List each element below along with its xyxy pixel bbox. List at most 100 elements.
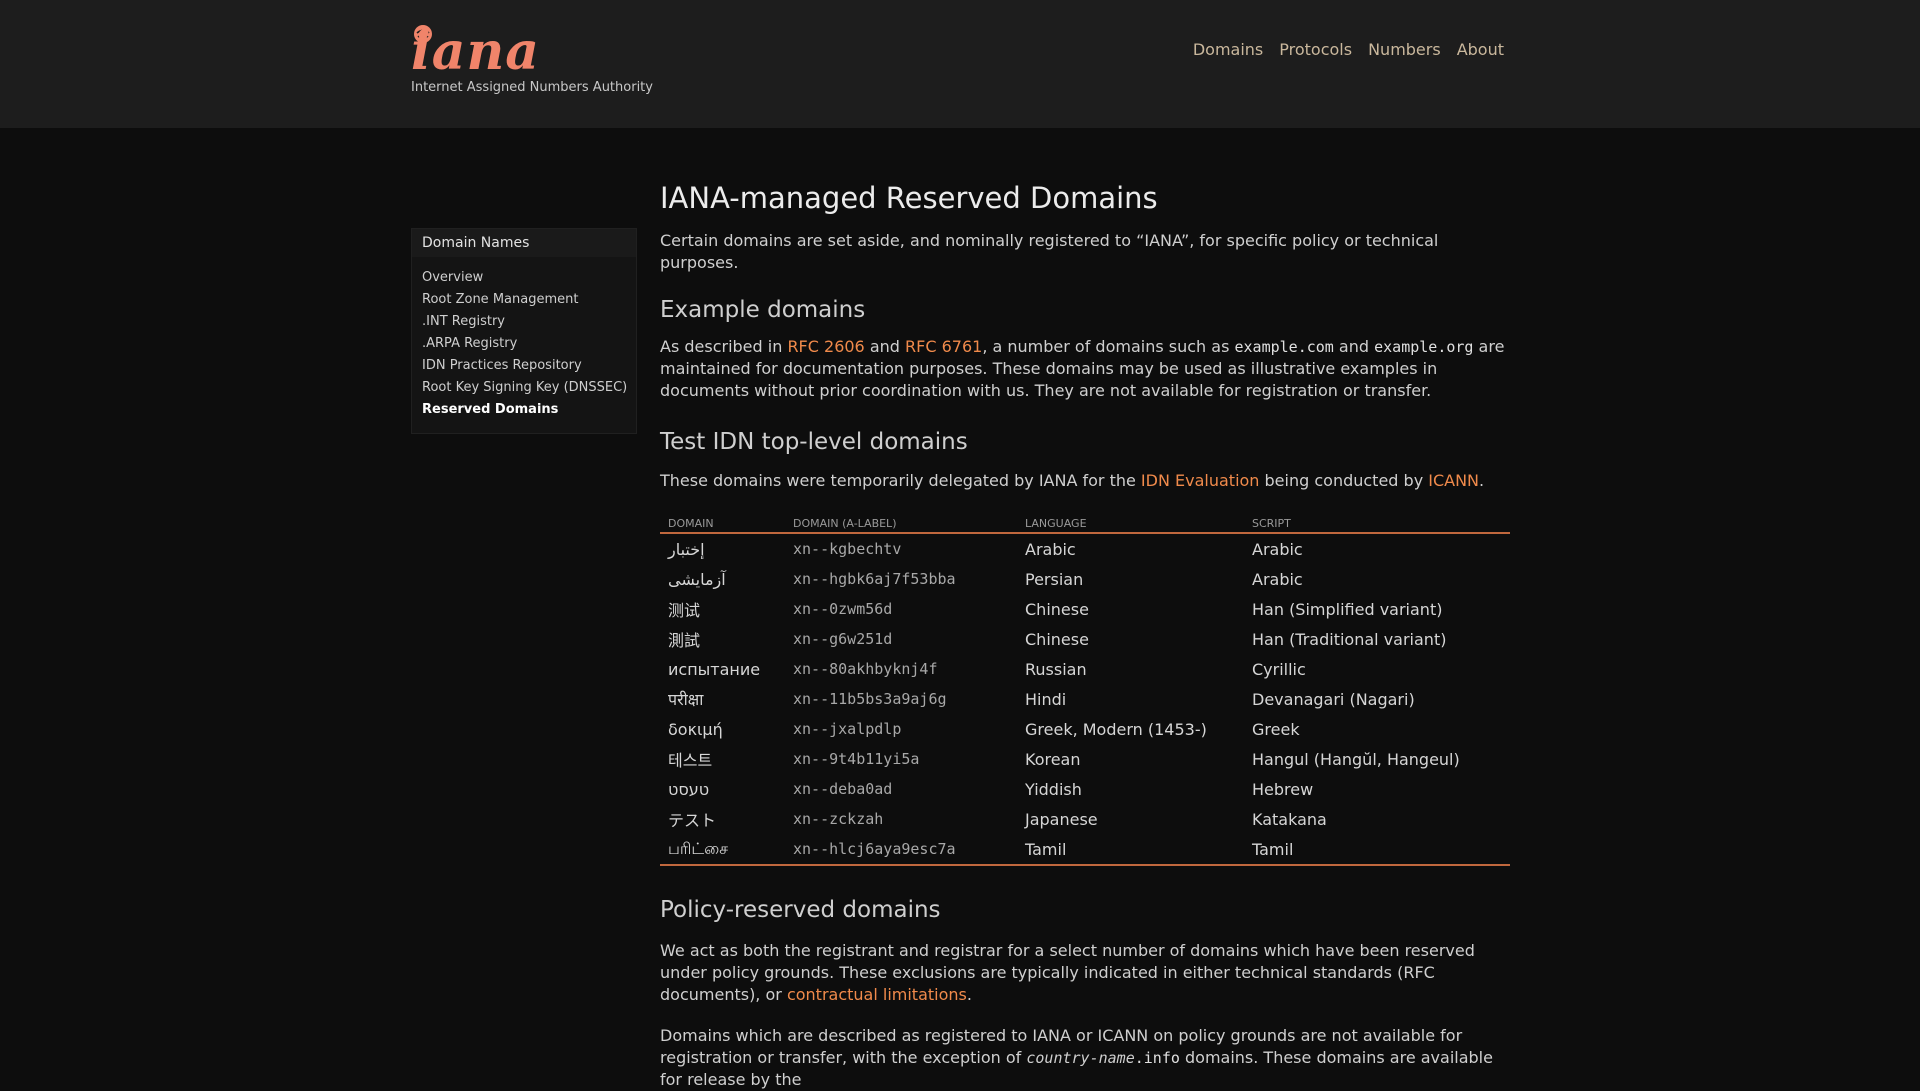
domain-cell: آزمایشی [668,569,726,589]
policy-paragraph-2: Domains which are described as registere… [660,1025,1510,1091]
text: and [864,337,906,356]
iana-logo[interactable]: iana Internet Assigned Numbers Authority [411,21,653,102]
table-row: טעסט xn--deba0ad Yiddish Hebrew [660,774,1510,804]
sidebar-item-arpa-registry[interactable]: .ARPA Registry [422,333,636,355]
domain-cell: إختبار [668,539,705,559]
rfc2606-link[interactable]: RFC 2606 [787,337,864,356]
info-code: .info [1134,1049,1180,1067]
idn-evaluation-link[interactable]: IDN Evaluation [1141,471,1260,490]
alabel-cell: xn--zckzah [793,810,884,828]
script-cell: Cyrillic [1252,659,1306,679]
language-cell: Yiddish [1025,779,1082,799]
sidebar-item-int-registry[interactable]: .INT Registry [422,311,636,333]
text: We act as both the registrant and regist… [660,941,1475,1004]
language-cell: Chinese [1025,599,1089,619]
script-cell: Arabic [1252,569,1303,589]
domain-cell: 测试 [668,601,701,620]
contractual-limitations-link[interactable]: contractual limitations [787,985,967,1004]
text: . [966,985,972,1004]
domain-cell: испытание [668,659,761,679]
country-name-code: country-name [1026,1049,1135,1067]
domain-cell: טעסט [668,779,710,799]
domain-cell: δοκιμή [668,719,723,739]
sidebar-item-root-zone-management[interactable]: Root Zone Management [422,289,636,311]
icann-link[interactable]: ICANN [1428,471,1479,490]
sidebar: Domain Names Overview Root Zone Manageme… [411,228,637,434]
alabel-cell: xn--hgbk6aj7f53bba [793,570,956,588]
rfc6761-link[interactable]: RFC 6761 [905,337,982,356]
language-cell: Greek, Modern (1453-) [1025,719,1207,739]
language-cell: Arabic [1025,539,1076,559]
sidebar-item-idn-practices-repository[interactable]: IDN Practices Repository [422,355,636,377]
logo-wordmark: iana [411,21,540,82]
nav-protocols[interactable]: Protocols [1279,40,1352,59]
alabel-cell: xn--deba0ad [793,780,893,798]
column-header: DOMAIN [660,514,785,534]
text: . [1479,471,1485,490]
table-row: 測試 xn--g6w251d Chinese Han (Traditional var… [660,624,1510,654]
idn-table: DOMAIN DOMAIN (A-LABEL) LANGUAGE SCRIPT … [660,514,1510,866]
domain-cell: 測試 [668,631,701,650]
script-cell: Arabic [1252,539,1303,559]
alabel-cell: xn--80akhbyknj4f [793,660,938,678]
language-cell: Persian [1025,569,1084,589]
example-domains-paragraph: As described in RFC 2606 and RFC 6761, a… [660,336,1510,402]
table-row: परीक्षा xn--11b5bs3a9aj6g Hindi Devanagari … [660,684,1510,714]
table-row: 테스트 xn--9t4b11yi5a Korean Hangul (Hangŭl, H… [660,744,1510,774]
domain-cell: テスト [668,811,717,830]
logo-subtitle: Internet Assigned Numbers Authority [411,80,653,95]
top-navigation: Domains Protocols Numbers About [1193,40,1504,59]
alabel-cell: xn--hlcj6aya9esc7a [785,834,1017,866]
table-row: испытание xn--80akhbyknj4f Russian Cyrillic [660,654,1510,684]
page-title: IANA-managed Reserved Domains [660,181,1158,215]
text: , a number of domains such as [982,337,1235,356]
script-cell: Han (Simplified variant) [1252,599,1443,619]
nav-domains[interactable]: Domains [1193,40,1263,59]
example-domains-heading: Example domains [660,297,866,323]
alabel-cell: xn--jxalpdlp [793,720,902,738]
table-row: δοκιμή xn--jxalpdlp Greek, Modern (1453-) G… [660,714,1510,744]
language-cell: Tamil [1017,834,1244,866]
language-cell: Chinese [1025,629,1089,649]
test-idn-paragraph: These domains were temporarily delegated… [660,470,1510,492]
test-idn-heading: Test IDN top-level domains [660,429,968,455]
example-com-code: example.com [1234,338,1334,356]
idn-table-body: إختبار xn--kgbechtv Arabic Arabic آزمایشی xn-… [660,533,1510,866]
alabel-cell: xn--kgbechtv [793,540,902,558]
sidebar-title: Domain Names [412,229,636,257]
script-cell: Greek [1252,719,1300,739]
alabel-cell: xn--0zwm56d [793,600,893,618]
script-cell: Han (Traditional variant) [1252,629,1447,649]
sidebar-item-reserved-domains[interactable]: Reserved Domains [422,399,636,421]
column-header: DOMAIN (A-LABEL) [785,514,1017,534]
language-cell: Russian [1025,659,1087,679]
table-row: آزمایشی xn--hgbk6aj7f53bba Persian Arabic [660,564,1510,594]
script-cell: Devanagari (Nagari) [1252,689,1415,709]
sidebar-item-overview[interactable]: Overview [422,267,636,289]
main-content: IANA-managed Reserved Domains Certain do… [660,176,1510,1091]
script-cell: Katakana [1252,809,1327,829]
sidebar-item-root-key-signing-key[interactable]: Root Key Signing Key (DNSSEC) [422,377,636,399]
language-cell: Japanese [1025,809,1098,829]
script-cell: Hangul (Hangŭl, Hangeul) [1252,749,1460,769]
column-header: SCRIPT [1244,514,1510,534]
script-cell: Hebrew [1252,779,1314,799]
policy-reserved-heading: Policy-reserved domains [660,897,941,923]
text: These domains were temporarily delegated… [660,471,1141,490]
nav-about[interactable]: About [1457,40,1504,59]
alabel-cell: xn--11b5bs3a9aj6g [793,690,947,708]
language-cell: Korean [1025,749,1081,769]
nav-numbers[interactable]: Numbers [1368,40,1441,59]
site-header: iana Internet Assigned Numbers Authority… [0,0,1920,128]
text: and [1333,337,1375,356]
table-header-row: DOMAIN DOMAIN (A-LABEL) LANGUAGE SCRIPT [660,514,1510,534]
intro-paragraph: Certain domains are set aside, and nomin… [660,231,1439,272]
example-org-code: example.org [1374,338,1474,356]
table-row: 测试 xn--0zwm56d Chinese Han (Simplified vari… [660,594,1510,624]
table-row: テスト xn--zckzah Japanese Katakana [660,804,1510,834]
script-cell: Tamil [1244,834,1510,866]
text: As described in [660,337,788,356]
table-row: பரிட்சை xn--hlcj6aya9esc7a Tamil Tamil [660,834,1510,866]
domain-cell: பரிட்சை [660,834,785,866]
alabel-cell: xn--9t4b11yi5a [793,750,920,768]
